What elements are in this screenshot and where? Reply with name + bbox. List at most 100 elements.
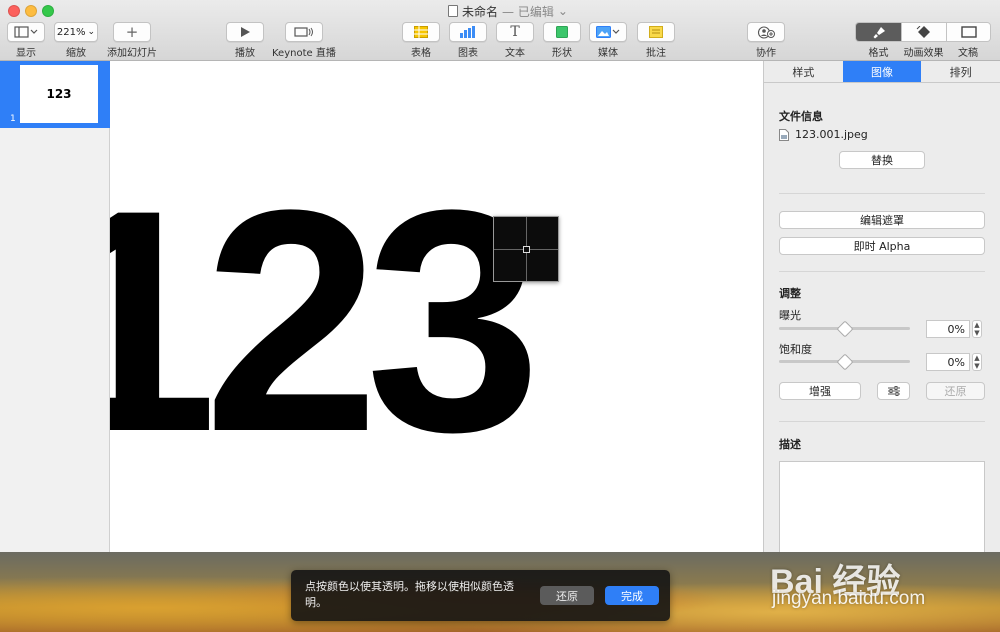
text-label: 文本 — [505, 48, 525, 59]
tab-image[interactable]: 图像 — [842, 61, 922, 82]
comment-button[interactable] — [637, 22, 675, 42]
instant-alpha-button[interactable]: 即时 Alpha — [779, 237, 985, 255]
table-control: 表格 — [402, 22, 440, 59]
slide-thumbnail-text: 123 — [46, 87, 72, 101]
text-button[interactable]: T — [496, 22, 534, 42]
enhance-button[interactable]: 增强 — [779, 382, 861, 400]
zoom-value: 221% — [56, 26, 86, 38]
play-button[interactable] — [226, 22, 264, 42]
plus-icon: + — [125, 22, 139, 41]
inspector-switcher: 格式 动画效果 文稿 — [855, 22, 991, 59]
table-icon — [414, 26, 428, 38]
saturation-value-field[interactable]: 0% — [926, 353, 970, 371]
inspector-segmented-control — [855, 22, 991, 42]
animate-diamond-icon — [916, 26, 930, 38]
play-control: 播放 — [226, 22, 264, 59]
description-textarea[interactable] — [779, 461, 985, 552]
collaborate-control: 协作 — [747, 22, 785, 59]
inspector-switcher-labels: 格式 动画效果 文稿 — [856, 42, 990, 59]
document-title[interactable]: 未命名 — 已编辑 ⌄ — [448, 3, 568, 19]
keynote-live-icon — [294, 27, 313, 37]
exposure-value-field[interactable]: 0% — [926, 320, 970, 338]
hud-revert-button[interactable]: 还原 — [540, 586, 594, 605]
minimize-window-button[interactable] — [25, 5, 37, 17]
animate-button[interactable] — [901, 23, 946, 41]
slide-thumbnail[interactable]: 123 — [20, 65, 98, 123]
inspector-tabs: 样式 图像 排列 — [764, 61, 1000, 83]
add-slide-control: + 添加幻灯片 — [107, 22, 157, 59]
format-button[interactable] — [856, 23, 901, 41]
document-button[interactable] — [946, 23, 990, 41]
chevron-down-icon: ⌄ — [557, 4, 568, 18]
divider — [779, 421, 985, 422]
file-name: 123.001.jpeg — [795, 128, 868, 141]
comment-note-icon — [649, 26, 663, 38]
format-inspector: 样式 图像 排列 文件信息 123.001.jpeg 替换 编辑遮罩 即时 Al… — [763, 61, 1000, 552]
shape-control: 形状 — [543, 22, 581, 59]
keynote-live-button[interactable] — [284, 22, 323, 42]
instant-alpha-hud: 点按颜色以使其透明。拖移以使相似颜色透明。 还原 完成 — [291, 570, 670, 621]
saturation-slider-knob[interactable] — [836, 353, 853, 371]
keynote-live-label: Keynote 直播 — [272, 48, 336, 59]
replace-button[interactable]: 替换 — [839, 151, 925, 169]
divider — [779, 193, 985, 194]
instant-alpha-instructions: 点按颜色以使其透明。拖移以使相似颜色透明。 — [305, 580, 514, 609]
add-slide-button[interactable]: + — [113, 22, 151, 42]
chart-button[interactable] — [449, 22, 487, 42]
adjust-title: 调整 — [779, 287, 801, 300]
view-button[interactable] — [7, 22, 45, 42]
format-label: 格式 — [868, 48, 889, 59]
saturation-stepper[interactable]: ▲ ▼ — [972, 353, 982, 371]
image-file-icon — [779, 128, 789, 141]
edited-status: — 已编辑 — [502, 4, 554, 19]
collaborate-button[interactable] — [747, 22, 785, 42]
bar-chart-icon — [460, 26, 475, 38]
exposure-stepper[interactable]: ▲ ▼ — [972, 320, 982, 338]
edit-mask-button[interactable]: 编辑遮罩 — [779, 211, 985, 229]
slide-canvas[interactable]: 123 — [110, 61, 763, 552]
text-control: T 文本 — [496, 22, 534, 59]
loupe-center-pixel — [523, 246, 530, 253]
document-icon — [448, 5, 458, 17]
exposure-slider-knob[interactable] — [836, 320, 853, 338]
table-button[interactable] — [402, 22, 440, 42]
slide-image-text[interactable]: 123 — [110, 163, 541, 479]
play-label: 播放 — [235, 48, 255, 59]
hud-done-button[interactable]: 完成 — [605, 586, 659, 605]
document-name: 未命名 — [462, 4, 499, 19]
media-label: 媒体 — [598, 48, 618, 59]
document-panel-icon — [960, 26, 977, 38]
tab-arrange[interactable]: 排列 — [921, 61, 1000, 82]
photo-icon — [596, 26, 620, 38]
chart-label: 图表 — [458, 48, 478, 59]
file-info-row: 123.001.jpeg — [779, 128, 868, 141]
chart-control: 图表 — [449, 22, 487, 59]
exposure-label: 曝光 — [779, 309, 801, 322]
document-label: 文稿 — [958, 48, 978, 59]
sidebar-layout-icon — [14, 26, 38, 38]
close-window-button[interactable] — [8, 5, 20, 17]
file-info-title: 文件信息 — [779, 110, 823, 123]
tab-style[interactable]: 样式 — [764, 61, 843, 82]
paintbrush-icon — [873, 26, 885, 38]
zoom-label: 缩放 — [66, 48, 86, 59]
divider — [779, 271, 985, 272]
shape-button[interactable] — [543, 22, 581, 42]
shape-square-icon — [556, 26, 568, 38]
collaborate-label: 协作 — [756, 48, 776, 59]
text-t-icon: T — [510, 24, 520, 40]
slide-thumbnail-row[interactable]: 1 123 — [0, 61, 110, 128]
keynote-window: 未命名 — 已编辑 ⌄ 显示 221% ⌄ 缩放 + 添加幻灯片 播放 Keyn… — [0, 0, 1000, 552]
add-slide-label: 添加幻灯片 — [107, 48, 157, 59]
zoom-control: 221% ⌄ 缩放 — [54, 22, 98, 59]
zoom-window-button[interactable] — [42, 5, 54, 17]
adjust-levels-button[interactable] — [877, 382, 910, 400]
view-control: 显示 — [7, 22, 45, 59]
reset-adjustments-button[interactable]: 还原 — [926, 382, 985, 400]
view-label: 显示 — [16, 48, 36, 59]
title-bar: 未命名 — 已编辑 ⌄ 显示 221% ⌄ 缩放 + 添加幻灯片 播放 Keyn… — [0, 0, 1000, 61]
zoom-select[interactable]: 221% ⌄ — [54, 22, 98, 42]
media-button[interactable] — [589, 22, 627, 42]
comment-control: 批注 — [637, 22, 675, 59]
collaborate-icon — [757, 25, 775, 39]
